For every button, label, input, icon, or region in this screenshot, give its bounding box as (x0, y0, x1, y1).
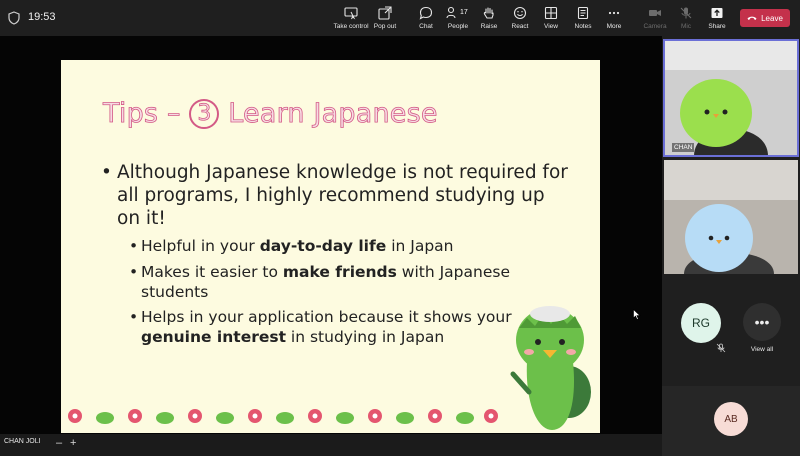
sub-bullet-1-before: Helpful in your (141, 237, 260, 255)
sub-bullet-3-text: Helps in your application because it sho… (129, 307, 519, 347)
mouse-cursor-icon (633, 309, 641, 320)
view-all-button[interactable]: ••• (743, 303, 781, 341)
view-all-label: View all (750, 346, 774, 353)
presenter-bar: CHAN JOLI – + (0, 434, 662, 456)
sub-bullet-2: • Makes it easier to make friends with J… (129, 262, 519, 302)
view-button[interactable]: View (533, 6, 569, 30)
more-label: More (606, 23, 622, 30)
more-dots-icon: ••• (754, 314, 770, 330)
chat-button[interactable]: Chat (408, 6, 444, 30)
bullet-dot-icon: • (101, 162, 112, 183)
view-label: View (544, 23, 558, 30)
people-icon (446, 6, 456, 19)
slide-title-number: 3 (189, 99, 220, 129)
video-tile-name: CHAN (672, 143, 695, 152)
take-control-label: Take control (333, 23, 369, 30)
meeting-time: 19:53 (28, 11, 56, 23)
slide-title: Tips – 3 Learn Japanese (103, 98, 438, 130)
share-button[interactable]: Share (699, 6, 735, 30)
sub-bullet-3: • Helps in your application because it s… (129, 307, 519, 347)
mic-off-icon (680, 7, 692, 19)
meeting-toolbar: 19:53 Take control Pop out Chat 17 Peopl… (0, 0, 800, 36)
camera-off-icon (649, 10, 661, 16)
grid-icon (544, 6, 558, 20)
notes-icon (577, 6, 589, 20)
share-icon (711, 8, 723, 18)
video-tile-chan[interactable]: CHAN (663, 39, 799, 157)
leave-label: Leave (761, 13, 783, 23)
sub-bullet-2-bold: make friends (282, 263, 397, 281)
more-button[interactable]: More (596, 6, 632, 30)
sub-bullet-3-before: Helps in your application because it sho… (141, 308, 512, 326)
more-dots-icon (608, 11, 620, 15)
flower-border-decoration (68, 409, 498, 424)
zoom-in-button[interactable]: + (70, 437, 76, 449)
pop-out-label: Pop out (373, 23, 397, 30)
leave-button[interactable]: Leave (740, 9, 790, 27)
bullet-dot-icon: • (129, 308, 139, 326)
share-label: Share (708, 23, 726, 30)
people-count-badge: 17 (460, 9, 468, 16)
sub-bullet-2-before: Makes it easier to (141, 263, 283, 281)
video-feed-chan (664, 40, 798, 156)
bullet-dot-icon: • (129, 263, 139, 281)
slide-title-prefix: Tips – (103, 98, 181, 130)
video-tile-participant[interactable] (664, 160, 798, 274)
pop-out-icon (378, 6, 392, 20)
slide-title-suffix: Learn Japanese (228, 98, 438, 130)
chat-label: Chat (419, 23, 433, 30)
smiley-icon (513, 6, 527, 20)
presenter-name: CHAN JOLI (4, 438, 41, 445)
take-control-button[interactable]: Take control (333, 6, 369, 30)
sub-bullet-1: • Helpful in your day-to-day life in Jap… (129, 236, 519, 256)
zoom-out-button[interactable]: – (56, 437, 62, 449)
frog-icon (96, 412, 474, 424)
video-feed-participant (664, 160, 798, 274)
sub-bullet-3-after: in studying in Japan (286, 328, 445, 346)
shield-icon (8, 11, 20, 25)
avatar-ab[interactable]: AB (714, 402, 748, 436)
sub-bullet-2-text: Makes it easier to make friends with Jap… (129, 262, 519, 302)
sub-bullet-1-text: Helpful in your day-to-day life in Japan (129, 236, 519, 256)
presentation-slide: Tips – 3 Learn Japanese • Although Japan… (61, 60, 600, 433)
sub-bullet-1-bold: day-to-day life (259, 237, 387, 255)
sub-bullet-1-after: in Japan (386, 237, 454, 255)
bullet-dot-icon: • (129, 237, 139, 255)
main-bullet: • Although Japanese knowledge is not req… (101, 161, 573, 230)
main-bullet-text: Although Japanese knowledge is not requi… (117, 162, 568, 229)
shared-screen-stage: Tips – 3 Learn Japanese • Although Japan… (0, 36, 662, 434)
sub-bullet-3-bold: genuine interest (141, 328, 286, 346)
kappa-mascot-illustration (510, 306, 591, 430)
mic-off-icon (716, 343, 726, 353)
avatar-rg[interactable]: RG (681, 303, 721, 343)
take-control-icon (344, 7, 358, 20)
chat-icon (419, 6, 433, 20)
raise-hand-icon (483, 7, 494, 19)
pop-out-button[interactable]: Pop out (367, 6, 403, 30)
phone-hangup-icon (747, 16, 757, 20)
